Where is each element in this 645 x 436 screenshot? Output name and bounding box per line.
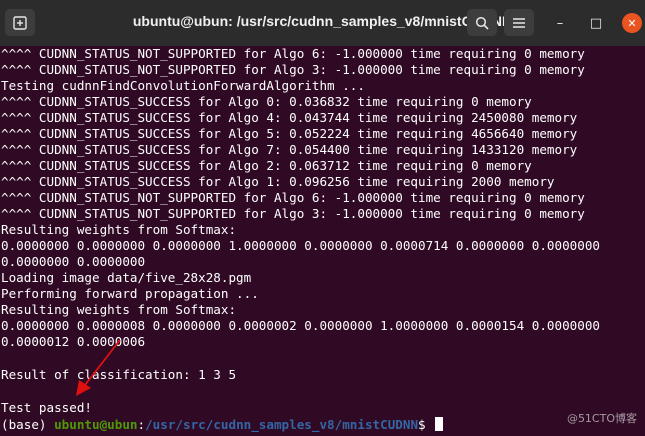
- annotation-arrow-icon: [76, 339, 121, 396]
- watermark: @51CTO博客: [566, 412, 637, 425]
